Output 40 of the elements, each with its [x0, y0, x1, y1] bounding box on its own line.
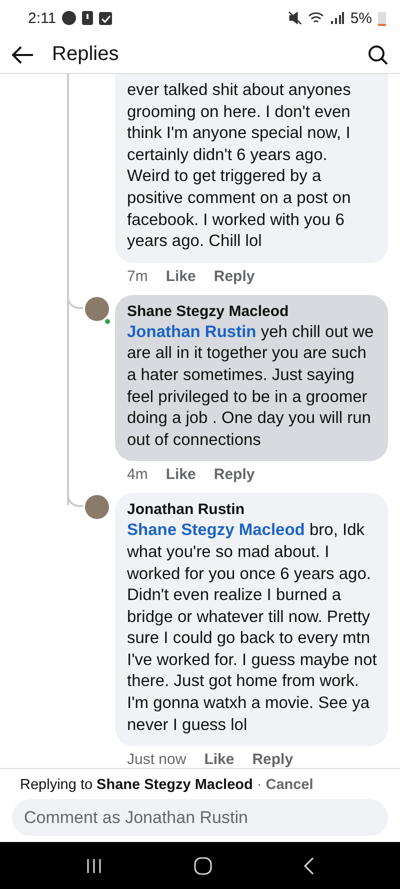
thread-connector [67, 493, 83, 508]
comment-text: Shane Stegzy Macleod bro, Idk what you're so mad about. I worked for you once 6 years ago. Didn't even realize I burned a bridge or whatever till now. Pretty sure I could go back to every mtn I've worked for. I guess maybe not there. Just got home from work. I'm gonna watxh a movie. See ya never I guess lol [127, 520, 378, 736]
battery-icon [378, 10, 386, 26]
comment-author[interactable]: Shane Stegzy Macleod [127, 302, 378, 320]
mention-link[interactable]: Jonathan Rustin [127, 322, 256, 341]
signal-icon [330, 11, 344, 25]
avatar[interactable] [85, 495, 109, 520]
reply-link[interactable]: Reply [214, 268, 255, 285]
wifi-icon [308, 11, 324, 25]
like-link[interactable]: Like [204, 751, 234, 768]
comment-text: ever talked shit about anyones grooming on here. I don't even think I'm anyone special now, I certainly didn't 6 years ago. Weird to get triggered by a positive comment on a post on facebook. I worked with you 6 years ago. Chill lol [127, 80, 352, 252]
alert-icon [82, 11, 94, 25]
like-link[interactable]: Like [166, 466, 196, 484]
comment-author[interactable]: Jonathan Rustin [127, 501, 378, 518]
search-icon[interactable] [368, 44, 388, 64]
avatar[interactable] [85, 296, 109, 321]
comment-time: 7m [127, 268, 148, 285]
checkbox-icon [99, 12, 112, 24]
back-icon[interactable] [304, 856, 314, 874]
separator-dot: · [256, 777, 262, 793]
reply-link[interactable]: Reply [214, 466, 255, 484]
thread-connector [67, 294, 83, 309]
like-link[interactable]: Like [166, 268, 196, 285]
status-time: 2:11 [28, 10, 56, 26]
comment-text: Jonathan Rustin yeh chill out we are all in it together you are such a hater sometimes. Just saying feel privileged to be in a groomer doing a job . One day you will run out of connections [127, 322, 375, 451]
replying-label: Replying to [20, 777, 93, 793]
home-icon[interactable] [194, 856, 212, 874]
comment-time: 4m [127, 466, 148, 484]
reply-link[interactable]: Reply [252, 751, 294, 768]
page-title: Replies [52, 43, 120, 66]
messenger-icon [62, 11, 76, 25]
recent-apps-icon[interactable] [86, 858, 102, 874]
battery-percent: 5% [350, 10, 372, 26]
mute-icon [288, 11, 302, 25]
mention-link[interactable]: Shane Stegzy Macleod [127, 521, 305, 540]
comment-time: Just now [127, 751, 186, 768]
back-arrow-icon[interactable] [12, 46, 34, 64]
cancel-link[interactable]: Cancel [266, 777, 314, 793]
replying-name: Shane Stegzy Macleod [96, 777, 253, 793]
comment-input[interactable]: Comment as Jonathan Rustin [12, 799, 388, 836]
